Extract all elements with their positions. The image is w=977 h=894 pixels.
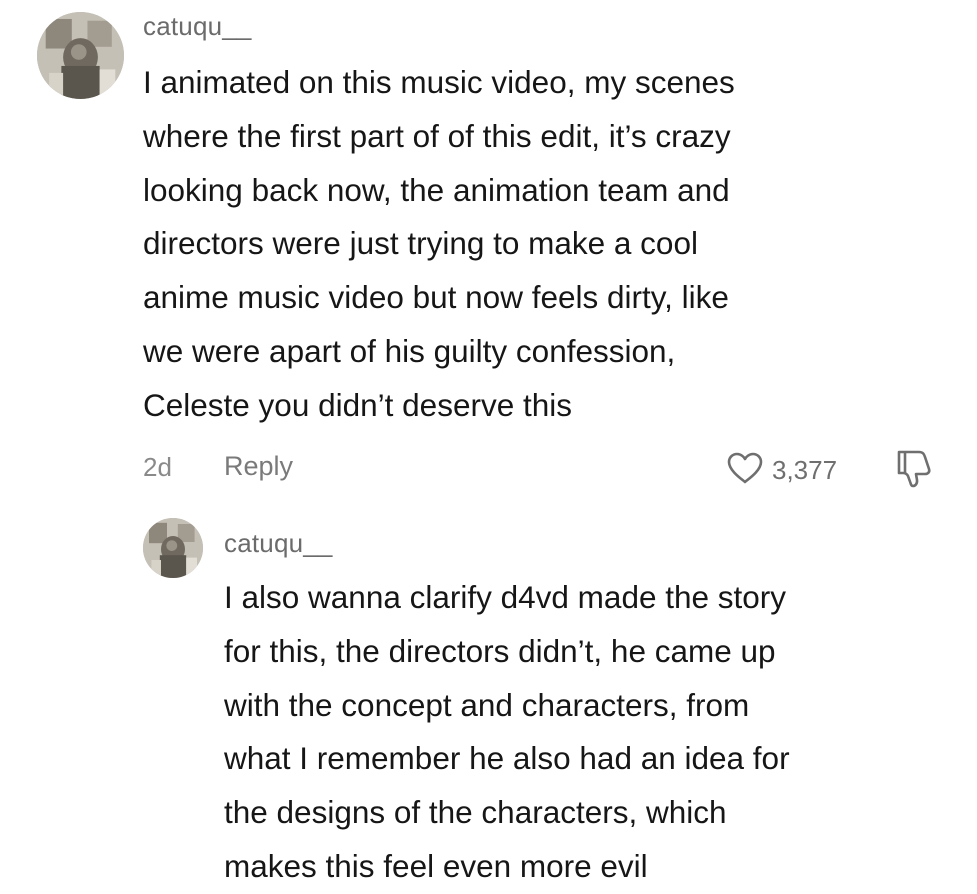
comment-username[interactable]: catuqu__ — [143, 11, 252, 42]
avatar[interactable] — [143, 518, 203, 578]
dislike-button[interactable] — [893, 447, 937, 494]
reply-body: I also wanna clarify d4vd made the story… — [224, 579, 790, 884]
reply-button[interactable]: Reply — [224, 451, 293, 482]
reply-username[interactable]: catuqu__ — [224, 528, 333, 559]
comment-body: I animated on this music video, my scene… — [143, 64, 735, 423]
thumbs-down-outline-icon — [893, 450, 937, 493]
avatar-image — [37, 12, 124, 99]
like-button[interactable]: 3,377 — [726, 451, 837, 490]
avatar-image — [143, 518, 203, 578]
avatar[interactable] — [37, 12, 124, 99]
comment-timestamp: 2d — [143, 452, 172, 482]
heart-outline-icon — [726, 451, 764, 490]
like-count: 3,377 — [772, 455, 838, 485]
